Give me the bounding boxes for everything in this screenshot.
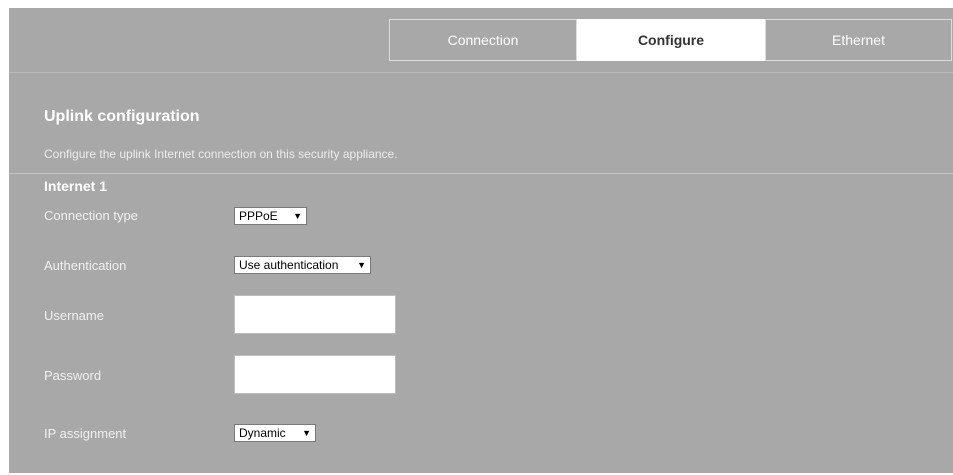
tab-bar: Connection Configure Ethernet xyxy=(389,19,952,61)
password-input[interactable] xyxy=(234,355,396,394)
uplink-panel: Connection Configure Ethernet Uplink con… xyxy=(9,8,953,473)
dropdown-arrow-icon: ▼ xyxy=(357,260,366,270)
connection-type-value: PPPoE xyxy=(239,209,278,223)
ip-assignment-label: IP assignment xyxy=(44,426,127,441)
dropdown-arrow-icon: ▼ xyxy=(293,211,302,221)
page-description: Configure the uplink Internet connection… xyxy=(44,147,398,161)
ip-assignment-select[interactable]: Dynamic ▼ xyxy=(234,424,316,442)
authentication-label: Authentication xyxy=(44,258,127,273)
divider xyxy=(9,72,953,73)
connection-type-label: Connection type xyxy=(44,208,138,223)
section-title: Internet 1 xyxy=(44,178,108,194)
section-divider xyxy=(9,173,953,174)
username-label: Username xyxy=(44,308,104,323)
ip-assignment-value: Dynamic xyxy=(239,426,286,440)
page-title: Uplink configuration xyxy=(44,108,200,125)
password-label: Password xyxy=(44,368,102,383)
connection-type-select[interactable]: PPPoE ▼ xyxy=(234,207,307,225)
tab-configure[interactable]: Configure xyxy=(577,19,765,61)
tab-ethernet[interactable]: Ethernet xyxy=(765,19,952,61)
authentication-select[interactable]: Use authentication ▼ xyxy=(234,256,371,274)
authentication-value: Use authentication xyxy=(239,258,339,272)
username-input[interactable] xyxy=(234,295,396,334)
tab-connection[interactable]: Connection xyxy=(389,19,577,61)
dropdown-arrow-icon: ▼ xyxy=(302,428,311,438)
